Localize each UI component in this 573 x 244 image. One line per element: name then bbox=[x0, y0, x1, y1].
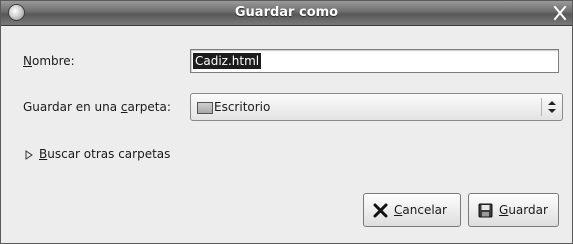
close-icon[interactable] bbox=[551, 3, 569, 23]
name-label: Nombre: bbox=[23, 54, 75, 68]
save-button[interactable]: Guardar bbox=[468, 193, 559, 227]
title-bar[interactable]: Guardar como bbox=[1, 1, 572, 26]
combo-arrows-icon bbox=[548, 101, 556, 113]
cancel-button[interactable]: Cancelar bbox=[363, 193, 461, 227]
cancel-x-icon bbox=[373, 203, 388, 218]
name-input-value: Cadiz.html bbox=[193, 53, 262, 69]
window-title: Guardar como bbox=[234, 5, 339, 20]
desktop-folder-icon bbox=[197, 102, 213, 114]
floppy-disk-icon bbox=[478, 203, 493, 218]
save-button-label: Guardar bbox=[499, 203, 548, 217]
save-as-dialog: Guardar como Nombre: Cadiz.html Guardar … bbox=[0, 0, 573, 244]
folder-combo-value: Escritorio bbox=[214, 100, 271, 114]
cancel-button-label: Cancelar bbox=[394, 203, 447, 217]
folder-label: Guardar en una carpeta: bbox=[23, 100, 171, 114]
expander-arrow-icon bbox=[25, 150, 33, 160]
name-input[interactable]: Cadiz.html bbox=[190, 49, 559, 73]
combo-separator bbox=[541, 98, 542, 116]
folder-combo[interactable]: Escritorio bbox=[190, 93, 563, 121]
browse-folders-label: Buscar otras carpetas bbox=[39, 147, 171, 161]
